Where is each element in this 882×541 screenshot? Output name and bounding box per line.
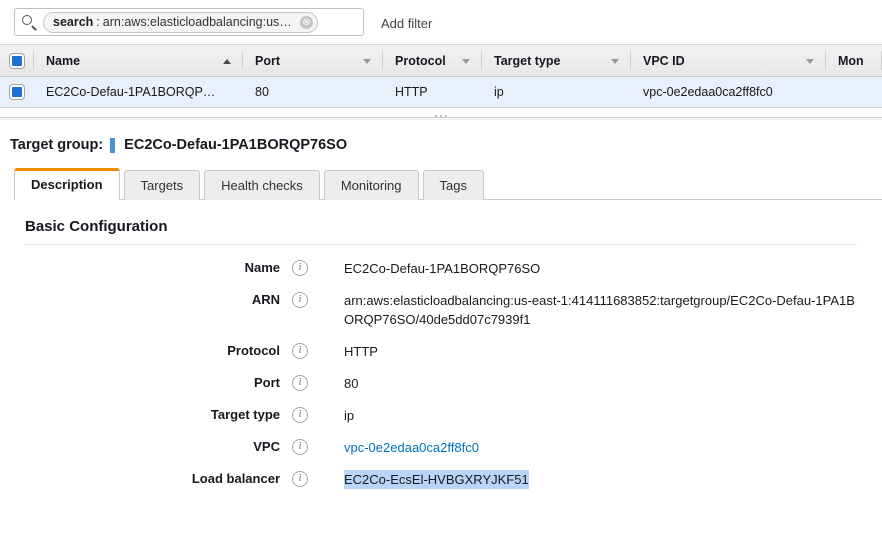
field-value-name: EC2Co-Defau-1PA1BORQP76SO: [344, 259, 540, 278]
chevron-down-icon[interactable]: [462, 59, 470, 64]
field-value-protocol: HTTP: [344, 342, 378, 361]
cell-name: EC2Co-Defau-1PA1BORQP…: [34, 77, 243, 107]
field-row-vpc: VPC i vpc-0e2edaa0ca2ff8fc0: [0, 438, 882, 457]
filter-bar: search : arn:aws:elasticloadbalancing:us…: [0, 0, 882, 45]
field-row-load-balancer: Load balancer i EC2Co-EcsEl-HVBGXRYJKF51: [0, 470, 882, 489]
chevron-down-icon[interactable]: [611, 59, 619, 64]
target-groups-table: Name Port Protocol Target type VPC ID Mo…: [0, 45, 882, 108]
section-divider: [25, 244, 857, 245]
tab-description[interactable]: Description: [14, 168, 120, 200]
row-checkbox[interactable]: [10, 85, 24, 99]
search-input[interactable]: search : arn:aws:elasticloadbalancing:us…: [14, 8, 364, 36]
field-row-target-type: Target type i ip: [0, 406, 882, 425]
field-row-port: Port i 80: [0, 374, 882, 393]
info-icon[interactable]: i: [292, 260, 308, 276]
field-label-protocol: Protocol: [0, 342, 280, 358]
column-header-vpc-id-label: VPC ID: [643, 54, 685, 68]
info-icon[interactable]: i: [292, 471, 308, 487]
basic-configuration-fields: Name i EC2Co-Defau-1PA1BORQP76SO ARN i a…: [0, 259, 882, 489]
field-label-arn: ARN: [0, 291, 280, 307]
cell-target-type: ip: [482, 77, 631, 107]
cell-monitoring: [826, 77, 882, 107]
detail-pane: Target group: EC2Co-Defau-1PA1BORQP76SO …: [0, 129, 882, 489]
filter-token-value: arn:aws:elasticloadbalancing:us-east-1:.…: [103, 15, 295, 29]
tab-targets[interactable]: Targets: [124, 170, 201, 200]
drag-handle-icon[interactable]: [435, 115, 447, 117]
selection-indicator: [110, 138, 115, 153]
column-header-protocol[interactable]: Protocol: [383, 45, 482, 76]
page-title-label: Target group:: [10, 137, 103, 153]
chevron-down-icon[interactable]: [806, 59, 814, 64]
column-header-monitoring[interactable]: Mon: [826, 45, 882, 76]
field-label-load-balancer: Load balancer: [0, 470, 280, 486]
add-filter-button[interactable]: Add filter: [381, 16, 432, 31]
splitter-line: [0, 117, 882, 118]
info-icon[interactable]: i: [292, 407, 308, 423]
field-value-target-type: ip: [344, 406, 354, 425]
field-label-name: Name: [0, 259, 280, 275]
page-title: Target group: EC2Co-Defau-1PA1BORQP76SO: [0, 129, 882, 155]
field-value-port: 80: [344, 374, 358, 393]
search-icon: [21, 14, 38, 31]
field-row-name: Name i EC2Co-Defau-1PA1BORQP76SO: [0, 259, 882, 278]
field-label-port: Port: [0, 374, 280, 390]
sort-ascending-icon[interactable]: [223, 59, 231, 64]
page-title-value: EC2Co-Defau-1PA1BORQP76SO: [124, 137, 347, 153]
close-icon[interactable]: ⊗: [300, 16, 313, 29]
cell-name-text: EC2Co-Defau-1PA1BORQP…: [46, 85, 215, 99]
select-all-checkbox[interactable]: [10, 54, 24, 68]
chevron-down-icon[interactable]: [363, 59, 371, 64]
section-title-basic-configuration: Basic Configuration: [25, 218, 882, 235]
search-filter-token[interactable]: search : arn:aws:elasticloadbalancing:us…: [43, 12, 318, 33]
field-value-vpc-link[interactable]: vpc-0e2edaa0ca2ff8fc0: [344, 438, 479, 457]
row-select-cell[interactable]: [0, 77, 34, 107]
cell-port: 80: [243, 77, 383, 107]
table-row[interactable]: EC2Co-Defau-1PA1BORQP… 80 HTTP ip vpc-0e…: [0, 77, 882, 108]
filter-token-key: search: [53, 15, 93, 29]
column-header-name-label: Name: [46, 54, 80, 68]
field-value-arn: arn:aws:elasticloadbalancing:us-east-1:4…: [344, 291, 864, 329]
table-header-row: Name Port Protocol Target type VPC ID Mo…: [0, 45, 882, 77]
tab-health-checks[interactable]: Health checks: [204, 170, 320, 200]
cell-vpc-id: vpc-0e2edaa0ca2ff8fc0: [631, 77, 826, 107]
field-row-protocol: Protocol i HTTP: [0, 342, 882, 361]
field-row-arn: ARN i arn:aws:elasticloadbalancing:us-ea…: [0, 291, 882, 329]
column-header-target-type-label: Target type: [494, 54, 560, 68]
column-header-name[interactable]: Name: [34, 45, 243, 76]
column-header-port[interactable]: Port: [243, 45, 383, 76]
filter-token-separator: :: [93, 15, 102, 29]
cell-protocol: HTTP: [383, 77, 482, 107]
column-header-protocol-label: Protocol: [395, 54, 446, 68]
splitter-line-shadow: [0, 119, 882, 120]
column-header-vpc-id[interactable]: VPC ID: [631, 45, 826, 76]
select-all-cell[interactable]: [0, 45, 34, 76]
column-header-target-type[interactable]: Target type: [482, 45, 631, 76]
detail-tabs: Description Targets Health checks Monito…: [14, 168, 882, 200]
info-icon[interactable]: i: [292, 343, 308, 359]
field-value-load-balancer[interactable]: EC2Co-EcsEl-HVBGXRYJKF51: [344, 470, 529, 489]
info-icon[interactable]: i: [292, 375, 308, 391]
tab-tags[interactable]: Tags: [423, 170, 484, 200]
info-icon[interactable]: i: [292, 292, 308, 308]
field-label-target-type: Target type: [0, 406, 280, 422]
tab-monitoring[interactable]: Monitoring: [324, 170, 419, 200]
pane-splitter[interactable]: [0, 108, 882, 129]
info-icon[interactable]: i: [292, 439, 308, 455]
field-label-vpc: VPC: [0, 438, 280, 454]
column-header-port-label: Port: [255, 54, 280, 68]
column-header-monitoring-label: Mon: [838, 54, 864, 68]
